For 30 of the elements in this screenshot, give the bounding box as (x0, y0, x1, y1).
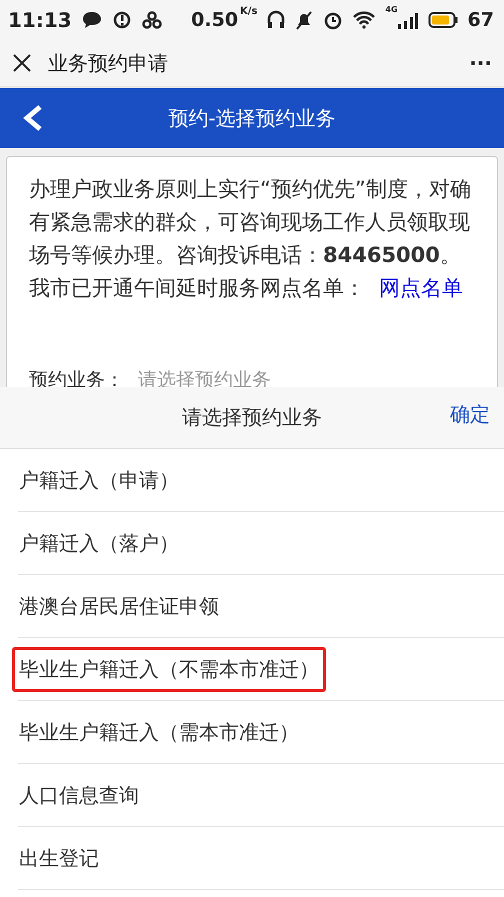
network-speed: 0.50 (191, 9, 238, 31)
picker-option[interactable]: 户籍迁入（落户） (12, 520, 186, 566)
picker-option[interactable]: 港澳台居民居住证申领 (12, 584, 226, 628)
more-button[interactable]: ··· (469, 51, 492, 75)
speed-unit: K/s (240, 6, 258, 17)
battery-icon (428, 11, 458, 29)
highlighted-option[interactable]: 毕业生户籍迁入（不需本市准迁） (12, 646, 326, 692)
picker-option[interactable]: 毕业生户籍迁入（需本市准迁） (12, 710, 306, 754)
chat-bubble-icon (82, 11, 102, 29)
header-title: 预约-选择预约业务 (168, 104, 336, 132)
confirm-button[interactable]: 确定 (450, 401, 490, 428)
picker-title: 请选择预约业务 (182, 404, 322, 431)
back-icon[interactable] (22, 104, 44, 132)
headphones-icon (267, 10, 286, 30)
bell-muted-icon (295, 10, 314, 30)
signal-icon (396, 10, 418, 30)
close-icon[interactable] (12, 53, 32, 73)
clock-time: 11:13 (8, 8, 72, 32)
wifi-icon (353, 11, 376, 29)
picker-option[interactable]: 户籍迁入（申请） (12, 458, 186, 502)
network-type: 4G (385, 5, 398, 14)
branch-list-link[interactable]: 网点名单 (379, 276, 463, 300)
battery-level: 67 (468, 9, 494, 31)
notice-text: 办理户政业务原则上实行“预约优先”制度，对确有紧急需求的群众，可咨询现场工作人员领取现场号等候办理。咨询投诉电话：84465000。我市已开通午间延时服务网点名单： 网点名单 (29, 176, 472, 302)
picker-option[interactable]: 人口信息查询 (12, 772, 146, 818)
alarm-icon (323, 10, 344, 30)
page-title: 业务预约申请 (48, 50, 168, 76)
sync-alert-icon (112, 10, 132, 30)
network-icon (142, 11, 162, 29)
picker-option[interactable]: 出生登记 (12, 836, 106, 880)
